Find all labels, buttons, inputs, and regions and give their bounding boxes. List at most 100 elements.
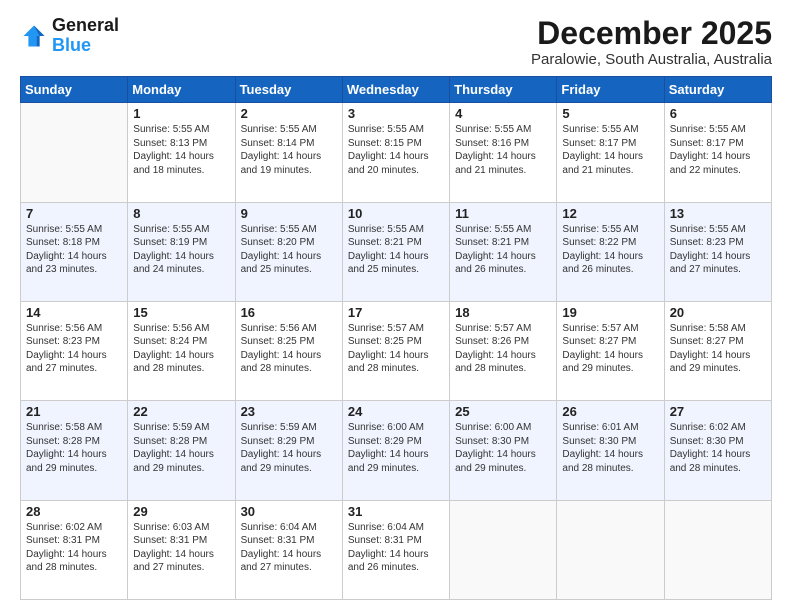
day-number: 10 bbox=[348, 206, 444, 221]
day-detail: Sunrise: 5:56 AMSunset: 8:25 PMDaylight:… bbox=[241, 322, 337, 376]
day-detail: Sunrise: 6:00 AMSunset: 8:29 PMDaylight:… bbox=[348, 421, 444, 475]
calendar-cell bbox=[21, 103, 128, 202]
day-detail: Sunrise: 5:58 AMSunset: 8:27 PMDaylight:… bbox=[670, 322, 766, 376]
calendar-cell: 1Sunrise: 5:55 AMSunset: 8:13 PMDaylight… bbox=[128, 103, 235, 202]
day-header-thursday: Thursday bbox=[450, 77, 557, 103]
calendar-cell: 13Sunrise: 5:55 AMSunset: 8:23 PMDayligh… bbox=[664, 202, 771, 301]
day-header-monday: Monday bbox=[128, 77, 235, 103]
day-number: 23 bbox=[241, 404, 337, 419]
calendar-cell: 7Sunrise: 5:55 AMSunset: 8:18 PMDaylight… bbox=[21, 202, 128, 301]
day-number: 5 bbox=[562, 106, 658, 121]
day-number: 27 bbox=[670, 404, 766, 419]
day-detail: Sunrise: 5:57 AMSunset: 8:27 PMDaylight:… bbox=[562, 322, 658, 376]
day-detail: Sunrise: 6:04 AMSunset: 8:31 PMDaylight:… bbox=[241, 521, 337, 575]
day-detail: Sunrise: 6:00 AMSunset: 8:30 PMDaylight:… bbox=[455, 421, 551, 475]
calendar-cell: 19 Sunrise: 5:57 AMSunset: 8:27 PMDayligh… bbox=[557, 301, 664, 400]
day-number: 29 bbox=[133, 504, 229, 519]
calendar-cell bbox=[557, 500, 664, 599]
day-detail: Sunrise: 6:04 AMSunset: 8:31 PMDaylight:… bbox=[348, 521, 444, 575]
day-number: 19 bbox=[562, 305, 658, 320]
calendar-cell bbox=[664, 500, 771, 599]
calendar-cell: 3Sunrise: 5:55 AMSunset: 8:15 PMDaylight… bbox=[342, 103, 449, 202]
calendar-week-3: 14Sunrise: 5:56 AMSunset: 8:23 PMDayligh… bbox=[21, 301, 772, 400]
calendar-cell: 4 Sunrise: 5:55 AMSunset: 8:16 PMDaylight… bbox=[450, 103, 557, 202]
day-number: 16 bbox=[241, 305, 337, 320]
header: General Blue December 2025 Paralowie, So… bbox=[20, 16, 772, 68]
day-number: 30 bbox=[241, 504, 337, 519]
day-detail: Sunrise: 5:55 AMSunset: 8:21 PMDaylight:… bbox=[455, 223, 551, 277]
day-number: 3 bbox=[348, 106, 444, 121]
subtitle: Paralowie, South Australia, Australia bbox=[531, 51, 772, 68]
day-number: 22 bbox=[133, 404, 229, 419]
calendar-cell: 10 Sunrise: 5:55 AMSunset: 8:21 PMDayligh… bbox=[342, 202, 449, 301]
day-number: 31 bbox=[348, 504, 444, 519]
day-detail: Sunrise: 6:03 AMSunset: 8:31 PMDaylight:… bbox=[133, 521, 229, 575]
logo-line1: General bbox=[52, 16, 119, 36]
day-detail: Sunrise: 5:55 AMSunset: 8:17 PMDaylight:… bbox=[670, 123, 766, 177]
calendar-cell: 14Sunrise: 5:56 AMSunset: 8:23 PMDayligh… bbox=[21, 301, 128, 400]
day-detail: Sunrise: 5:55 AMSunset: 8:19 PMDaylight:… bbox=[133, 223, 229, 277]
calendar-week-4: 21 Sunrise: 5:58 AMSunset: 8:28 PMDayligh… bbox=[21, 401, 772, 500]
day-number: 9 bbox=[241, 206, 337, 221]
calendar-cell: 29 Sunrise: 6:03 AMSunset: 8:31 PMDayligh… bbox=[128, 500, 235, 599]
day-number: 28 bbox=[26, 504, 122, 519]
day-number: 20 bbox=[670, 305, 766, 320]
calendar-week-1: 1Sunrise: 5:55 AMSunset: 8:13 PMDaylight… bbox=[21, 103, 772, 202]
calendar-cell: 27 Sunrise: 6:02 AMSunset: 8:30 PMDayligh… bbox=[664, 401, 771, 500]
calendar-cell: 28 Sunrise: 6:02 AMSunset: 8:31 PMDayligh… bbox=[21, 500, 128, 599]
calendar-header-row: SundayMondayTuesdayWednesdayThursdayFrid… bbox=[21, 77, 772, 103]
main-title: December 2025 bbox=[531, 16, 772, 51]
logo-line2: Blue bbox=[52, 35, 91, 55]
day-number: 6 bbox=[670, 106, 766, 121]
day-detail: Sunrise: 5:55 AMSunset: 8:18 PMDaylight:… bbox=[26, 223, 122, 277]
title-block: December 2025 Paralowie, South Australia… bbox=[531, 16, 772, 68]
calendar-cell: 31 Sunrise: 6:04 AMSunset: 8:31 PMDayligh… bbox=[342, 500, 449, 599]
calendar-cell: 17 Sunrise: 5:57 AMSunset: 8:25 PMDayligh… bbox=[342, 301, 449, 400]
day-detail: Sunrise: 5:55 AMSunset: 8:16 PMDaylight:… bbox=[455, 123, 551, 177]
calendar-cell: 20 Sunrise: 5:58 AMSunset: 8:27 PMDayligh… bbox=[664, 301, 771, 400]
day-number: 17 bbox=[348, 305, 444, 320]
day-number: 4 bbox=[455, 106, 551, 121]
day-detail: Sunrise: 5:57 AMSunset: 8:25 PMDaylight:… bbox=[348, 322, 444, 376]
day-detail: Sunrise: 5:55 AMSunset: 8:23 PMDaylight:… bbox=[670, 223, 766, 277]
day-detail: Sunrise: 5:55 AMSunset: 8:21 PMDaylight:… bbox=[348, 223, 444, 277]
day-number: 14 bbox=[26, 305, 122, 320]
day-number: 15 bbox=[133, 305, 229, 320]
calendar-cell: 30 Sunrise: 6:04 AMSunset: 8:31 PMDayligh… bbox=[235, 500, 342, 599]
day-number: 26 bbox=[562, 404, 658, 419]
day-detail: Sunrise: 6:02 AMSunset: 8:30 PMDaylight:… bbox=[670, 421, 766, 475]
calendar-cell: 22Sunrise: 5:59 AMSunset: 8:28 PMDayligh… bbox=[128, 401, 235, 500]
day-detail: Sunrise: 5:55 AMSunset: 8:22 PMDaylight:… bbox=[562, 223, 658, 277]
calendar-cell: 6 Sunrise: 5:55 AMSunset: 8:17 PMDaylight… bbox=[664, 103, 771, 202]
day-number: 2 bbox=[241, 106, 337, 121]
day-detail: Sunrise: 6:01 AMSunset: 8:30 PMDaylight:… bbox=[562, 421, 658, 475]
calendar-cell: 23 Sunrise: 5:59 AMSunset: 8:29 PMDayligh… bbox=[235, 401, 342, 500]
calendar-cell: 24Sunrise: 6:00 AMSunset: 8:29 PMDayligh… bbox=[342, 401, 449, 500]
logo-icon bbox=[20, 22, 48, 50]
day-detail: Sunrise: 5:55 AMSunset: 8:20 PMDaylight:… bbox=[241, 223, 337, 277]
calendar-cell: 12 Sunrise: 5:55 AMSunset: 8:22 PMDayligh… bbox=[557, 202, 664, 301]
day-number: 25 bbox=[455, 404, 551, 419]
day-detail: Sunrise: 5:59 AMSunset: 8:29 PMDaylight:… bbox=[241, 421, 337, 475]
day-detail: Sunrise: 5:55 AMSunset: 8:13 PMDaylight:… bbox=[133, 123, 229, 177]
day-number: 21 bbox=[26, 404, 122, 419]
calendar-table: SundayMondayTuesdayWednesdayThursdayFrid… bbox=[20, 76, 772, 600]
calendar-cell: 26 Sunrise: 6:01 AMSunset: 8:30 PMDayligh… bbox=[557, 401, 664, 500]
calendar-cell: 16 Sunrise: 5:56 AMSunset: 8:25 PMDayligh… bbox=[235, 301, 342, 400]
calendar-cell: 2Sunrise: 5:55 AMSunset: 8:14 PMDaylight… bbox=[235, 103, 342, 202]
day-number: 8 bbox=[133, 206, 229, 221]
calendar-cell: 5Sunrise: 5:55 AMSunset: 8:17 PMDaylight… bbox=[557, 103, 664, 202]
calendar-week-2: 7Sunrise: 5:55 AMSunset: 8:18 PMDaylight… bbox=[21, 202, 772, 301]
day-header-friday: Friday bbox=[557, 77, 664, 103]
calendar-cell: 8 Sunrise: 5:55 AMSunset: 8:19 PMDaylight… bbox=[128, 202, 235, 301]
day-header-saturday: Saturday bbox=[664, 77, 771, 103]
calendar-cell: 18Sunrise: 5:57 AMSunset: 8:26 PMDayligh… bbox=[450, 301, 557, 400]
day-number: 12 bbox=[562, 206, 658, 221]
logo: General Blue bbox=[20, 16, 119, 56]
day-detail: Sunrise: 6:02 AMSunset: 8:31 PMDaylight:… bbox=[26, 521, 122, 575]
day-detail: Sunrise: 5:58 AMSunset: 8:28 PMDaylight:… bbox=[26, 421, 122, 475]
logo-text: General Blue bbox=[52, 16, 119, 56]
day-header-tuesday: Tuesday bbox=[235, 77, 342, 103]
calendar-cell: 21 Sunrise: 5:58 AMSunset: 8:28 PMDayligh… bbox=[21, 401, 128, 500]
day-number: 18 bbox=[455, 305, 551, 320]
